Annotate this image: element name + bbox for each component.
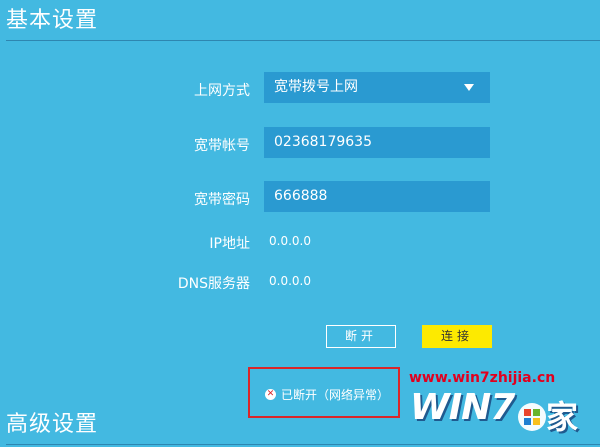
watermark-logo-text: WIN7 — [410, 387, 515, 428]
password-input[interactable] — [264, 181, 490, 212]
disconnect-button[interactable]: 断开 — [326, 325, 396, 348]
error-x-icon: ✕ — [265, 389, 276, 400]
connection-status-text: 已断开（网络异常） — [281, 388, 390, 402]
connection-mode-value: 宽带拨号上网 — [274, 79, 358, 95]
section-divider — [6, 40, 600, 41]
section-divider — [6, 444, 600, 445]
connection-mode-select[interactable]: 宽带拨号上网 — [264, 72, 490, 103]
dns-server-label: DNS服务器 — [177, 276, 250, 292]
ip-address-value: 0.0.0.0 — [269, 234, 311, 248]
connect-button[interactable]: 连接 — [422, 325, 492, 348]
dns-server-value: 0.0.0.0 — [269, 274, 311, 288]
watermark-logo-suffix: 家 — [546, 398, 579, 436]
watermark-url: www.win7zhijia.cn — [409, 370, 556, 386]
connection-mode-label: 上网方式 — [194, 83, 250, 99]
dropdown-arrow-icon — [464, 84, 474, 91]
section-title-basic: 基本设置 — [6, 8, 99, 33]
password-label: 宽带密码 — [194, 192, 250, 208]
ip-address-label: IP地址 — [209, 236, 250, 252]
account-input[interactable] — [264, 127, 490, 158]
section-title-advanced[interactable]: 高级设置 — [6, 406, 98, 438]
account-label: 宽带帐号 — [194, 138, 250, 154]
